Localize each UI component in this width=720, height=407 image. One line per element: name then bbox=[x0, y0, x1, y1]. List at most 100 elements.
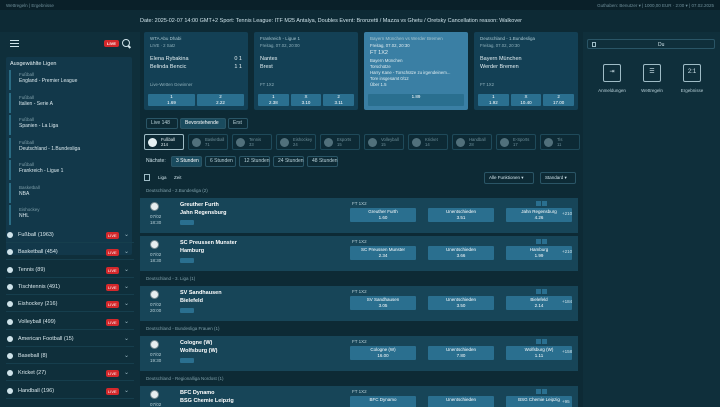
home-team[interactable]: Greuther Furth bbox=[180, 202, 219, 208]
sport-filter-chip[interactable]: Fußball 214 bbox=[144, 134, 184, 150]
menu-icon[interactable] bbox=[10, 40, 19, 47]
odds-button[interactable]: SV Sandhausen 3.05 bbox=[350, 296, 416, 310]
favorite-league-item[interactable]: Eishockey NHL bbox=[9, 205, 129, 225]
chevron-down-icon[interactable]: ⌄ bbox=[124, 300, 129, 307]
prev-icon[interactable] bbox=[536, 389, 541, 394]
sport-row[interactable]: Baseball (8) ⌄ bbox=[6, 350, 134, 365]
market-nav[interactable] bbox=[536, 201, 550, 206]
odds-button[interactable]: 1.89 bbox=[368, 94, 464, 106]
featured-card[interactable]: Frankreich - Ligue 1 Freitag, 07.02, 20:0… bbox=[254, 32, 358, 110]
more-markets[interactable]: +184 bbox=[562, 299, 572, 304]
favorite-league-item[interactable]: Fußball Spanien - La Liga bbox=[9, 115, 129, 135]
account-info[interactable]: Guthaben: Benutzer ▾ | 1000,00 EUR · 2:0… bbox=[597, 3, 714, 9]
next-icon[interactable] bbox=[542, 289, 547, 294]
odds-button[interactable]: Greuther Furth 1.60 bbox=[350, 208, 416, 222]
stats-icon[interactable] bbox=[180, 258, 194, 263]
sport-row[interactable]: Kricket (27) LIVE ⌄ bbox=[6, 367, 134, 382]
market-nav[interactable] bbox=[536, 289, 550, 294]
league-section-header[interactable]: Deutschland - 2.Bundesliga (2) bbox=[140, 186, 578, 195]
market-nav[interactable] bbox=[536, 239, 550, 244]
sport-filter-chip[interactable]: Tis 11 bbox=[540, 134, 580, 150]
next-icon[interactable] bbox=[542, 389, 547, 394]
chevron-down-icon[interactable]: ⌄ bbox=[124, 369, 129, 376]
featured-card[interactable]: WTA Abu Dhabi LIVE · 2 Satz Elena Rybakina… bbox=[144, 32, 248, 110]
favorite-league-item[interactable]: Fußball Frankreich - Ligue 1 bbox=[9, 160, 129, 180]
favorite-league-item[interactable]: Fußball Deutschland - 1.Bundesliga bbox=[9, 137, 129, 158]
match-row[interactable]: 07/02 20:00 SV Sandhausen Bielefeld FT 1X2 SV… bbox=[140, 286, 578, 322]
more-markets[interactable]: +158 bbox=[562, 349, 572, 354]
match-row[interactable]: 07/02 18:30 Greuther Furth Jahn Regensburg F… bbox=[140, 198, 578, 234]
odds-button[interactable]: X 10.40 bbox=[510, 94, 542, 106]
odds-button[interactable]: Unentschieden bbox=[428, 396, 494, 407]
away-team[interactable]: Hamburg bbox=[180, 248, 204, 254]
odds-button[interactable]: Unentschieden 3.51 bbox=[428, 208, 494, 222]
away-team[interactable]: Jahn Regensburg bbox=[180, 210, 226, 216]
odds-button[interactable]: 2 17.00 bbox=[543, 94, 575, 106]
league-section-header[interactable]: Deutschland - 3. Liga (1) bbox=[140, 274, 578, 283]
match-row[interactable]: 07/0219:00 BFC Dynamo BSG Chemie Leipzig FT… bbox=[140, 386, 578, 407]
chevron-down-icon[interactable]: ⌄ bbox=[124, 248, 129, 255]
sport-filter-chip[interactable]: Eishockey 24 bbox=[276, 134, 316, 150]
sort-dropdown[interactable]: Standard ▾ bbox=[540, 172, 576, 184]
next-icon[interactable] bbox=[542, 201, 547, 206]
home-icon[interactable] bbox=[144, 174, 150, 181]
live-badge[interactable]: LIVE bbox=[104, 40, 119, 47]
home-team[interactable]: BFC Dynamo bbox=[180, 390, 215, 396]
time-option[interactable]: 24 Stunden bbox=[273, 156, 304, 167]
match-row[interactable]: 07/02 19:30 Cologne (W) Wolfsburg (W) FT 1X2… bbox=[140, 336, 578, 372]
sport-filter-chip[interactable]: Kricket 14 bbox=[408, 134, 448, 150]
away-team[interactable]: Wolfsburg (W) bbox=[180, 348, 217, 354]
odds-button[interactable]: 1 1.92 bbox=[478, 94, 509, 106]
odds-button[interactable]: 2 2.22 bbox=[197, 94, 244, 106]
wettregeln-button[interactable]: ☰ Wettregeln bbox=[633, 62, 671, 112]
odds-button[interactable]: 1 2.38 bbox=[258, 94, 289, 106]
league-section-header[interactable]: Deutschland - Bundesliga Frauen (1) bbox=[140, 324, 578, 333]
sport-row[interactable]: American Football (15) ⌄ bbox=[6, 333, 134, 347]
odds-button[interactable]: 1 1.69 bbox=[148, 94, 195, 106]
odds-button[interactable]: Cologne (W) 16.00 bbox=[350, 346, 416, 360]
home-team[interactable]: SV Sandhausen bbox=[180, 290, 222, 296]
sport-filter-chip[interactable]: Handball 28 bbox=[452, 134, 492, 150]
time-option[interactable]: 6 Stunden bbox=[205, 156, 236, 167]
chevron-down-icon[interactable]: ⌄ bbox=[124, 352, 129, 359]
match-row[interactable]: 07/02 18:30 SC Preussen Munster Hamburg FT 1… bbox=[140, 236, 578, 272]
away-team[interactable]: BSG Chemie Leipzig bbox=[180, 398, 234, 404]
trash-icon[interactable] bbox=[592, 42, 596, 47]
sport-filter-chip[interactable]: Esports 15 bbox=[320, 134, 360, 150]
odds-button[interactable]: SC Preussen Munster 2.34 bbox=[350, 246, 416, 260]
prev-icon[interactable] bbox=[536, 239, 541, 244]
more-markets[interactable]: +210 bbox=[562, 249, 572, 254]
sport-row[interactable]: Tennis (89) LIVE ⌄ bbox=[6, 264, 134, 278]
favorite-league-item[interactable]: Basketball NBA bbox=[9, 182, 129, 203]
odds-button[interactable]: X 3.10 bbox=[290, 94, 322, 106]
odds-button[interactable]: Unentschieden 3.66 bbox=[428, 246, 494, 260]
favorite-league-item[interactable]: Fußball Italien - Serie A bbox=[9, 92, 129, 113]
featured-card[interactable]: Bayern München vs Werder Bremen Freitag, … bbox=[364, 32, 468, 110]
liga-button[interactable]: Liga bbox=[158, 175, 167, 180]
more-markets[interactable]: +210 bbox=[562, 211, 572, 216]
prev-icon[interactable] bbox=[536, 339, 541, 344]
tab-erst[interactable]: Erst bbox=[228, 118, 248, 129]
sport-filter-chip[interactable]: E-Sports 17 bbox=[496, 134, 536, 150]
market-nav[interactable] bbox=[536, 339, 550, 344]
chevron-down-icon[interactable]: ⌄ bbox=[124, 335, 129, 342]
away-team[interactable]: Bielefeld bbox=[180, 298, 203, 304]
tab-bevorstehende[interactable]: Bevorstehende bbox=[180, 118, 226, 129]
odds-button[interactable]: Unentschieden 7.80 bbox=[428, 346, 494, 360]
chevron-down-icon[interactable]: ⌄ bbox=[124, 283, 129, 290]
odds-button[interactable]: BFC Dynamo bbox=[350, 396, 416, 407]
favorite-league-item[interactable]: Fußball England - Premier League bbox=[9, 70, 129, 90]
sport-filter-chip[interactable]: Basketball 71 bbox=[188, 134, 228, 150]
time-option[interactable]: 3 Stunden bbox=[171, 156, 202, 167]
sport-row[interactable]: Fußball (1963) LIVE ⌄ bbox=[6, 229, 134, 243]
next-icon[interactable] bbox=[542, 239, 547, 244]
functions-dropdown[interactable]: Alle Funktionen ▾ bbox=[484, 172, 534, 184]
sport-row[interactable]: Volleyball (499) LIVE ⌄ bbox=[6, 316, 134, 330]
chevron-down-icon[interactable]: ⌄ bbox=[124, 266, 129, 273]
top-links[interactable]: Wettregeln | Ergebnisse bbox=[6, 3, 54, 8]
market-nav[interactable] bbox=[536, 389, 550, 394]
chevron-down-icon[interactable]: ⌄ bbox=[124, 387, 129, 394]
tab-live[interactable]: Live 148 bbox=[146, 118, 178, 129]
betslip-tab[interactable]: Du bbox=[587, 39, 715, 49]
search-icon[interactable] bbox=[122, 39, 130, 47]
